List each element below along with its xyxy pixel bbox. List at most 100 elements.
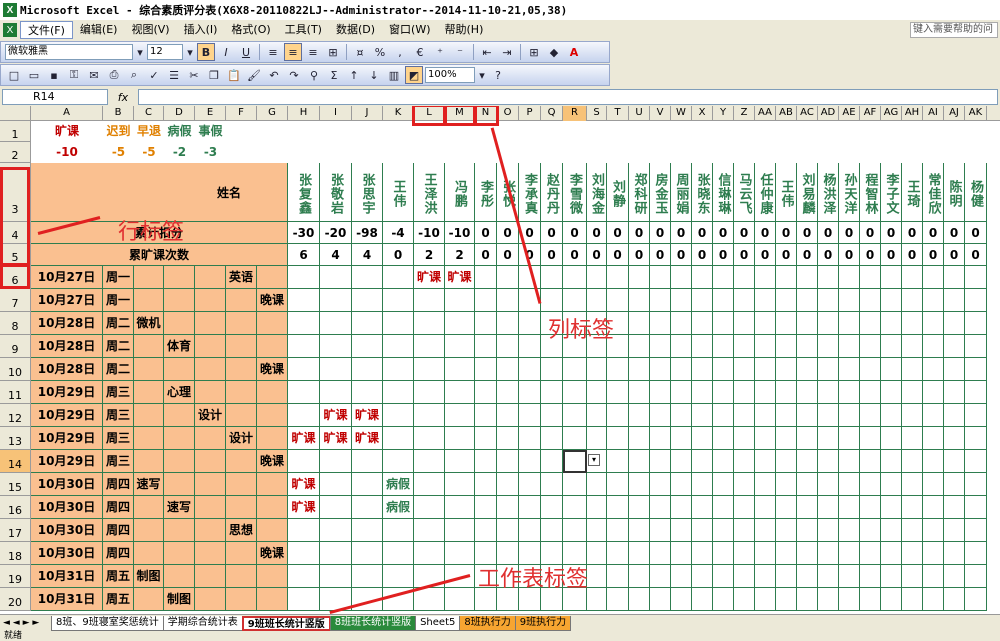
schedule-course-slot[interactable]: 微机 xyxy=(134,312,164,335)
attendance-cell[interactable] xyxy=(923,542,944,565)
attendance-cell[interactable] xyxy=(475,381,497,404)
schedule-course-slot[interactable] xyxy=(195,266,226,289)
attendance-cell[interactable] xyxy=(797,473,818,496)
attendance-cell[interactable] xyxy=(352,519,383,542)
attendance-cell[interactable] xyxy=(965,496,987,519)
student-deduct[interactable]: 0 xyxy=(881,222,902,244)
schedule-date[interactable]: 10月29日 xyxy=(31,381,103,404)
row-header-17[interactable]: 17 xyxy=(0,519,31,542)
summary-label-4[interactable]: 事假 xyxy=(195,121,226,142)
attendance-cell[interactable] xyxy=(818,496,839,519)
student-deduct[interactable]: 0 xyxy=(839,222,860,244)
attendance-cell[interactable] xyxy=(755,312,776,335)
column-header-P[interactable]: P xyxy=(519,106,541,121)
schedule-course-slot[interactable]: 设计 xyxy=(226,427,257,450)
attendance-cell[interactable] xyxy=(352,473,383,496)
attendance-cell[interactable] xyxy=(475,450,497,473)
attendance-cell[interactable] xyxy=(860,519,881,542)
schedule-date[interactable]: 10月27日 xyxy=(31,289,103,312)
student-absent[interactable]: 6 xyxy=(288,244,320,266)
menu-item-7[interactable]: 窗口(W) xyxy=(382,21,437,39)
sheet-tab-3[interactable]: 8班班长统计竖版 xyxy=(329,616,417,631)
schedule-course-slot[interactable] xyxy=(226,450,257,473)
student-deduct[interactable]: 0 xyxy=(629,222,650,244)
size-dropdown-icon[interactable]: ▾ xyxy=(185,43,195,61)
attendance-cell[interactable] xyxy=(650,289,671,312)
attendance-cell[interactable] xyxy=(519,519,541,542)
column-header-AI[interactable]: AI xyxy=(923,106,944,121)
attendance-cell[interactable] xyxy=(902,335,923,358)
attendance-cell[interactable] xyxy=(607,565,629,588)
schedule-day[interactable]: 周三 xyxy=(103,427,134,450)
attendance-cell[interactable] xyxy=(881,542,902,565)
attendance-cell[interactable] xyxy=(587,496,607,519)
attendance-cell[interactable]: 旷课 xyxy=(352,427,383,450)
schedule-date[interactable]: 10月31日 xyxy=(31,565,103,588)
schedule-course-slot[interactable] xyxy=(164,473,195,496)
menu-item-8[interactable]: 帮助(H) xyxy=(438,21,491,39)
drawing-icon[interactable]: ◩ xyxy=(405,66,423,84)
attendance-cell[interactable] xyxy=(713,427,734,450)
attendance-cell[interactable] xyxy=(965,312,987,335)
attendance-cell[interactable] xyxy=(923,588,944,611)
row-header-7[interactable]: 7 xyxy=(0,289,31,312)
student-deduct[interactable]: 0 xyxy=(650,222,671,244)
attendance-cell[interactable] xyxy=(965,427,987,450)
attendance-cell[interactable] xyxy=(902,496,923,519)
student-name[interactable]: 冯鹏 xyxy=(445,163,475,222)
attendance-cell[interactable] xyxy=(629,335,650,358)
student-deduct[interactable]: 0 xyxy=(860,222,881,244)
student-deduct[interactable]: 0 xyxy=(541,222,563,244)
attendance-cell[interactable] xyxy=(563,381,587,404)
attendance-cell[interactable] xyxy=(475,473,497,496)
attendance-cell[interactable] xyxy=(671,266,692,289)
attendance-cell[interactable] xyxy=(797,381,818,404)
attendance-cell[interactable] xyxy=(587,266,607,289)
attendance-cell[interactable] xyxy=(839,450,860,473)
schedule-day[interactable]: 周三 xyxy=(103,404,134,427)
comma-icon[interactable]: , xyxy=(391,43,409,61)
student-deduct[interactable]: 0 xyxy=(475,222,497,244)
print-icon[interactable]: ⎙ xyxy=(105,66,123,84)
attendance-cell[interactable] xyxy=(734,312,755,335)
schedule-course-slot[interactable] xyxy=(164,542,195,565)
schedule-course-slot[interactable] xyxy=(195,289,226,312)
attendance-cell[interactable] xyxy=(414,496,445,519)
attendance-cell[interactable] xyxy=(797,519,818,542)
column-header-K[interactable]: K xyxy=(383,106,414,121)
student-absent[interactable]: 0 xyxy=(797,244,818,266)
column-header-AG[interactable]: AG xyxy=(881,106,902,121)
student-absent[interactable]: 0 xyxy=(607,244,629,266)
attendance-cell[interactable] xyxy=(965,565,987,588)
attendance-cell[interactable] xyxy=(755,289,776,312)
attendance-cell[interactable] xyxy=(320,473,352,496)
attendance-cell[interactable] xyxy=(902,358,923,381)
schedule-course-slot[interactable] xyxy=(164,289,195,312)
column-header-AK[interactable]: AK xyxy=(965,106,987,121)
menu-item-4[interactable]: 格式(O) xyxy=(224,21,277,39)
format-painter-icon[interactable]: 🖌 xyxy=(245,66,263,84)
attendance-cell[interactable] xyxy=(818,381,839,404)
attendance-cell[interactable] xyxy=(497,519,519,542)
schedule-course-slot[interactable] xyxy=(195,427,226,450)
schedule-course-slot[interactable] xyxy=(257,381,288,404)
attendance-cell[interactable] xyxy=(839,496,860,519)
attendance-cell[interactable] xyxy=(320,312,352,335)
attendance-cell[interactable] xyxy=(288,588,320,611)
schedule-course-slot[interactable] xyxy=(134,542,164,565)
menu-item-5[interactable]: 工具(T) xyxy=(278,21,329,39)
attendance-cell[interactable] xyxy=(475,519,497,542)
schedule-date[interactable]: 10月28日 xyxy=(31,358,103,381)
attendance-cell[interactable] xyxy=(519,496,541,519)
student-absent[interactable]: 0 xyxy=(587,244,607,266)
attendance-cell[interactable] xyxy=(776,289,797,312)
attendance-cell[interactable] xyxy=(755,565,776,588)
attendance-cell[interactable] xyxy=(671,289,692,312)
attendance-cell[interactable] xyxy=(671,381,692,404)
attendance-cell[interactable] xyxy=(414,473,445,496)
attendance-cell[interactable] xyxy=(713,266,734,289)
decrease-decimal-icon[interactable]: ⁻ xyxy=(451,43,469,61)
attendance-cell[interactable] xyxy=(734,381,755,404)
student-deduct[interactable]: -98 xyxy=(352,222,383,244)
attendance-cell[interactable] xyxy=(541,450,563,473)
